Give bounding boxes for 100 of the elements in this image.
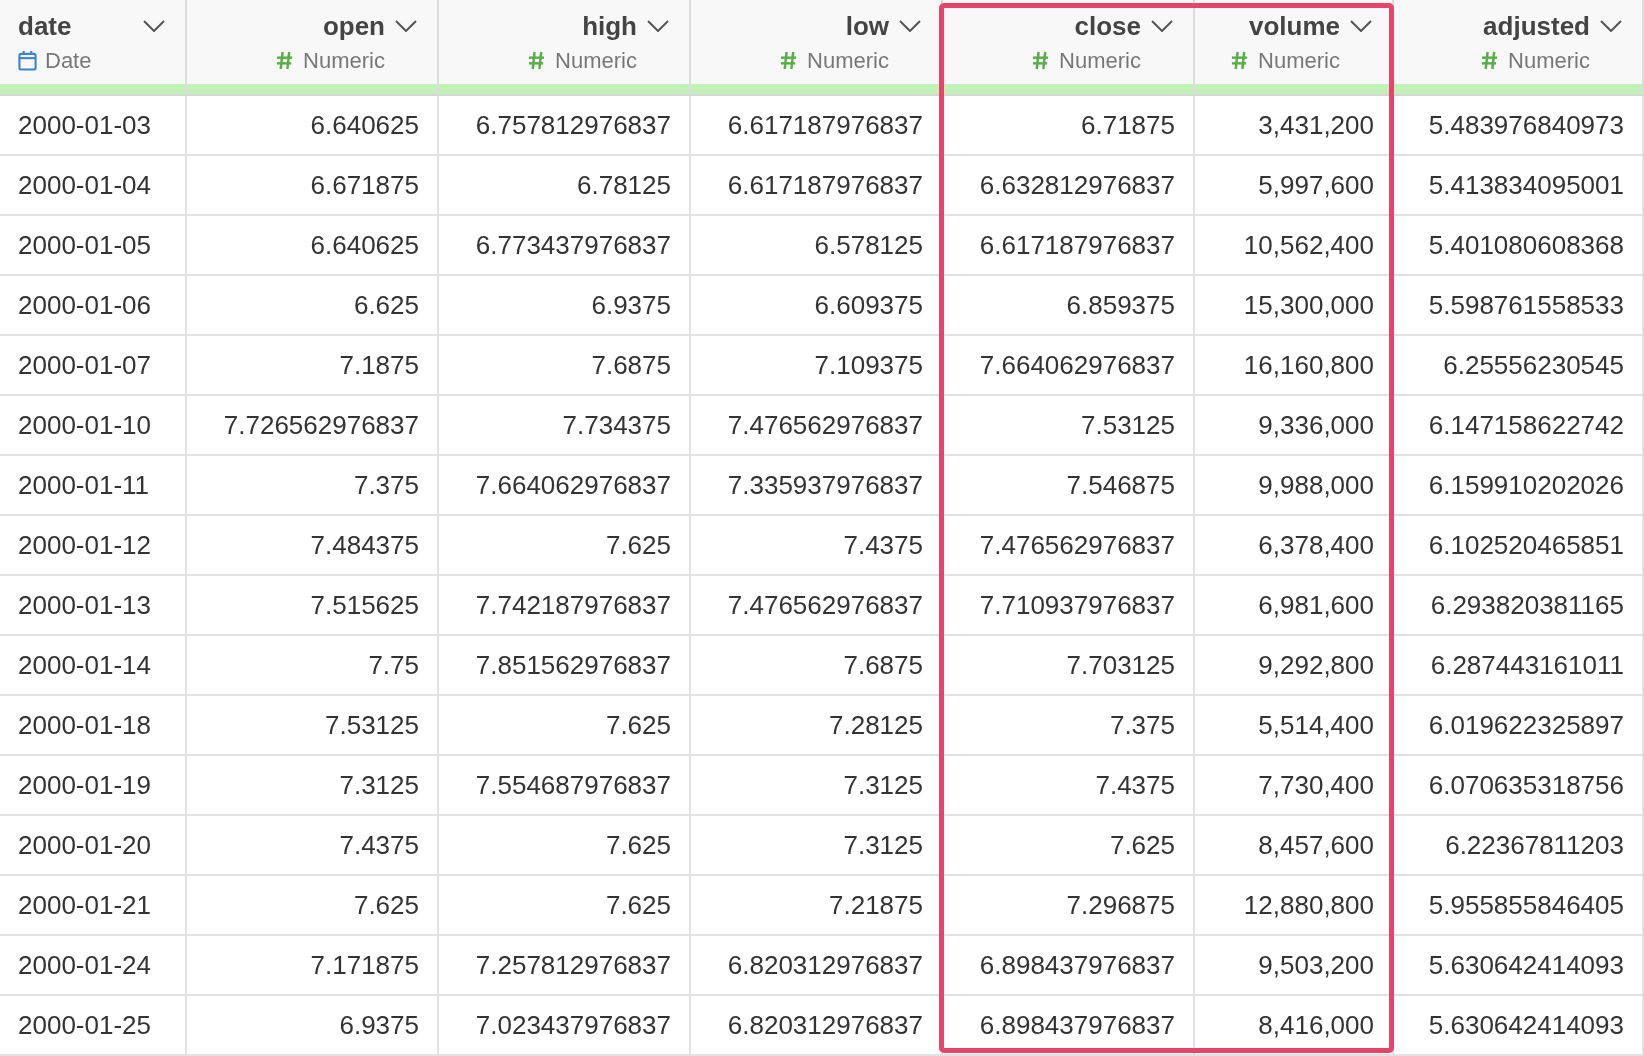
table-cell: 7.625 — [605, 709, 671, 741]
table-cell: 2000-01-04 — [18, 169, 151, 201]
hash-icon — [1032, 51, 1050, 70]
table-cell: 7.21875 — [829, 889, 923, 921]
column-type: Numeric — [555, 47, 637, 74]
table-cell: 6.773437976837 — [475, 229, 671, 261]
table-cell: 6.671875 — [310, 169, 419, 201]
table-cell: 7.703125 — [1066, 649, 1175, 681]
table-cell: 7.4375 — [339, 829, 419, 861]
table-cell: 7.023437976837 — [475, 1009, 671, 1041]
table-cell: 6.820312976837 — [727, 949, 923, 981]
table-cell: 7.742187976837 — [475, 589, 671, 621]
table-cell: 6.617187976837 — [727, 109, 923, 141]
table-cell: 2000-01-25 — [18, 1009, 151, 1041]
table-cell: 2000-01-06 — [18, 289, 151, 321]
table-cell: 7.6875 — [591, 349, 671, 381]
table-cell: 6.102520465851 — [1428, 529, 1624, 561]
table-cell: 6.898437976837 — [979, 1009, 1175, 1041]
chevron-down-icon[interactable] — [647, 20, 669, 32]
column-type: Numeric — [1258, 47, 1340, 74]
column-header[interactable]: open Numeric — [187, 0, 439, 84]
table-cell: 6.9375 — [339, 1009, 419, 1041]
column-name: high — [582, 10, 637, 42]
column-header[interactable]: close Numeric — [943, 0, 1195, 84]
table-cell: 6.757812976837 — [475, 109, 671, 141]
table-cell: 5.630642414093 — [1428, 1009, 1624, 1041]
table-cell: 7.476562976837 — [979, 529, 1175, 561]
table-cell: 7.53125 — [325, 709, 419, 741]
table-cell: 3,431,200 — [1258, 109, 1374, 141]
table-cell: 9,988,000 — [1258, 469, 1374, 501]
table-cell: 7.554687976837 — [475, 769, 671, 801]
table-cell: 5.955855846405 — [1428, 889, 1624, 921]
table-cell: 2000-01-12 — [18, 529, 151, 561]
table-cell: 6.78125 — [577, 169, 671, 201]
table-cell: 7.335937976837 — [727, 469, 923, 501]
hash-icon — [528, 51, 546, 70]
table-cell: 6,981,600 — [1258, 589, 1374, 621]
column-name: open — [322, 10, 385, 42]
table-cell: 5.483976840973 — [1428, 109, 1624, 141]
column-name: date — [18, 10, 72, 42]
column-name: volume — [1248, 10, 1340, 42]
table-cell: 6.293820381165 — [1430, 589, 1624, 621]
table-cell: 7.28125 — [829, 709, 923, 741]
table-cell: 7.476562976837 — [727, 589, 923, 621]
table-cell: 2000-01-05 — [18, 229, 151, 261]
table-cell: 5,514,400 — [1258, 709, 1374, 741]
table-cell: 2000-01-19 — [18, 769, 151, 801]
table-cell: 7.476562976837 — [727, 409, 923, 441]
column-header[interactable]: adjusted Numeric — [1394, 0, 1644, 84]
table-cell: 2000-01-20 — [18, 829, 151, 861]
hash-icon — [1481, 51, 1499, 70]
table-cell: 5.413834095001 — [1428, 169, 1624, 201]
table-cell: 7.625 — [605, 829, 671, 861]
chevron-down-icon[interactable] — [899, 20, 921, 32]
table-cell: 6.609375 — [814, 289, 923, 321]
column-header[interactable]: volume Numeric — [1195, 0, 1394, 84]
table-cell: 7.4375 — [1095, 769, 1175, 801]
table-cell: 6.25556230545 — [1443, 349, 1624, 381]
table-cell: 6.22367811203 — [1445, 829, 1624, 861]
table-cell: 6.640625 — [310, 109, 419, 141]
table-cell: 6.632812976837 — [979, 169, 1175, 201]
table-cell: 6.287443161011 — [1430, 649, 1624, 681]
table-cell: 6.578125 — [814, 229, 923, 261]
table-cell: 8,416,000 — [1258, 1009, 1374, 1041]
column-type: Numeric — [807, 47, 889, 74]
column-header[interactable]: high Numeric — [439, 0, 691, 84]
column-type: Numeric — [303, 47, 385, 74]
table-cell: 7.6875 — [843, 649, 923, 681]
table-cell: 6.147158622742 — [1428, 409, 1624, 441]
table-cell: 6.9375 — [591, 289, 671, 321]
chevron-down-icon[interactable] — [1151, 20, 1173, 32]
table-cell: 6.019622325897 — [1428, 709, 1624, 741]
table-cell: 2000-01-18 — [18, 709, 151, 741]
table-cell: 5,997,600 — [1258, 169, 1374, 201]
table-cell: 5.630642414093 — [1428, 949, 1624, 981]
table-cell: 6,378,400 — [1258, 529, 1374, 561]
table-cell: 2000-01-24 — [18, 949, 151, 981]
table-cell: 5.401080608368 — [1428, 229, 1624, 261]
table-cell: 7.664062976837 — [475, 469, 671, 501]
column-name: close — [1074, 10, 1141, 42]
chevron-down-icon[interactable] — [395, 20, 417, 32]
table-cell: 2000-01-07 — [18, 349, 151, 381]
table-cell: 6.617187976837 — [979, 229, 1175, 261]
table-cell: 6.898437976837 — [979, 949, 1175, 981]
chevron-down-icon[interactable] — [143, 20, 165, 32]
column-header[interactable]: date Date — [0, 0, 187, 84]
table-cell: 2000-01-14 — [18, 649, 151, 681]
chevron-down-icon[interactable] — [1350, 20, 1372, 32]
table-cell: 7.4375 — [843, 529, 923, 561]
table-cell: 7.710937976837 — [979, 589, 1175, 621]
table-cell: 7.546875 — [1066, 469, 1175, 501]
chevron-down-icon[interactable] — [1600, 20, 1622, 32]
column-header[interactable]: low Numeric — [691, 0, 943, 84]
table-cell: 5.598761558533 — [1428, 289, 1624, 321]
table-cell: 7.484375 — [310, 529, 419, 561]
table-cell: 7.3125 — [339, 769, 419, 801]
table-cell: 7.625 — [605, 529, 671, 561]
table-cell: 15,300,000 — [1243, 289, 1374, 321]
table-cell: 7.515625 — [310, 589, 419, 621]
table-cell: 7.734375 — [562, 409, 671, 441]
